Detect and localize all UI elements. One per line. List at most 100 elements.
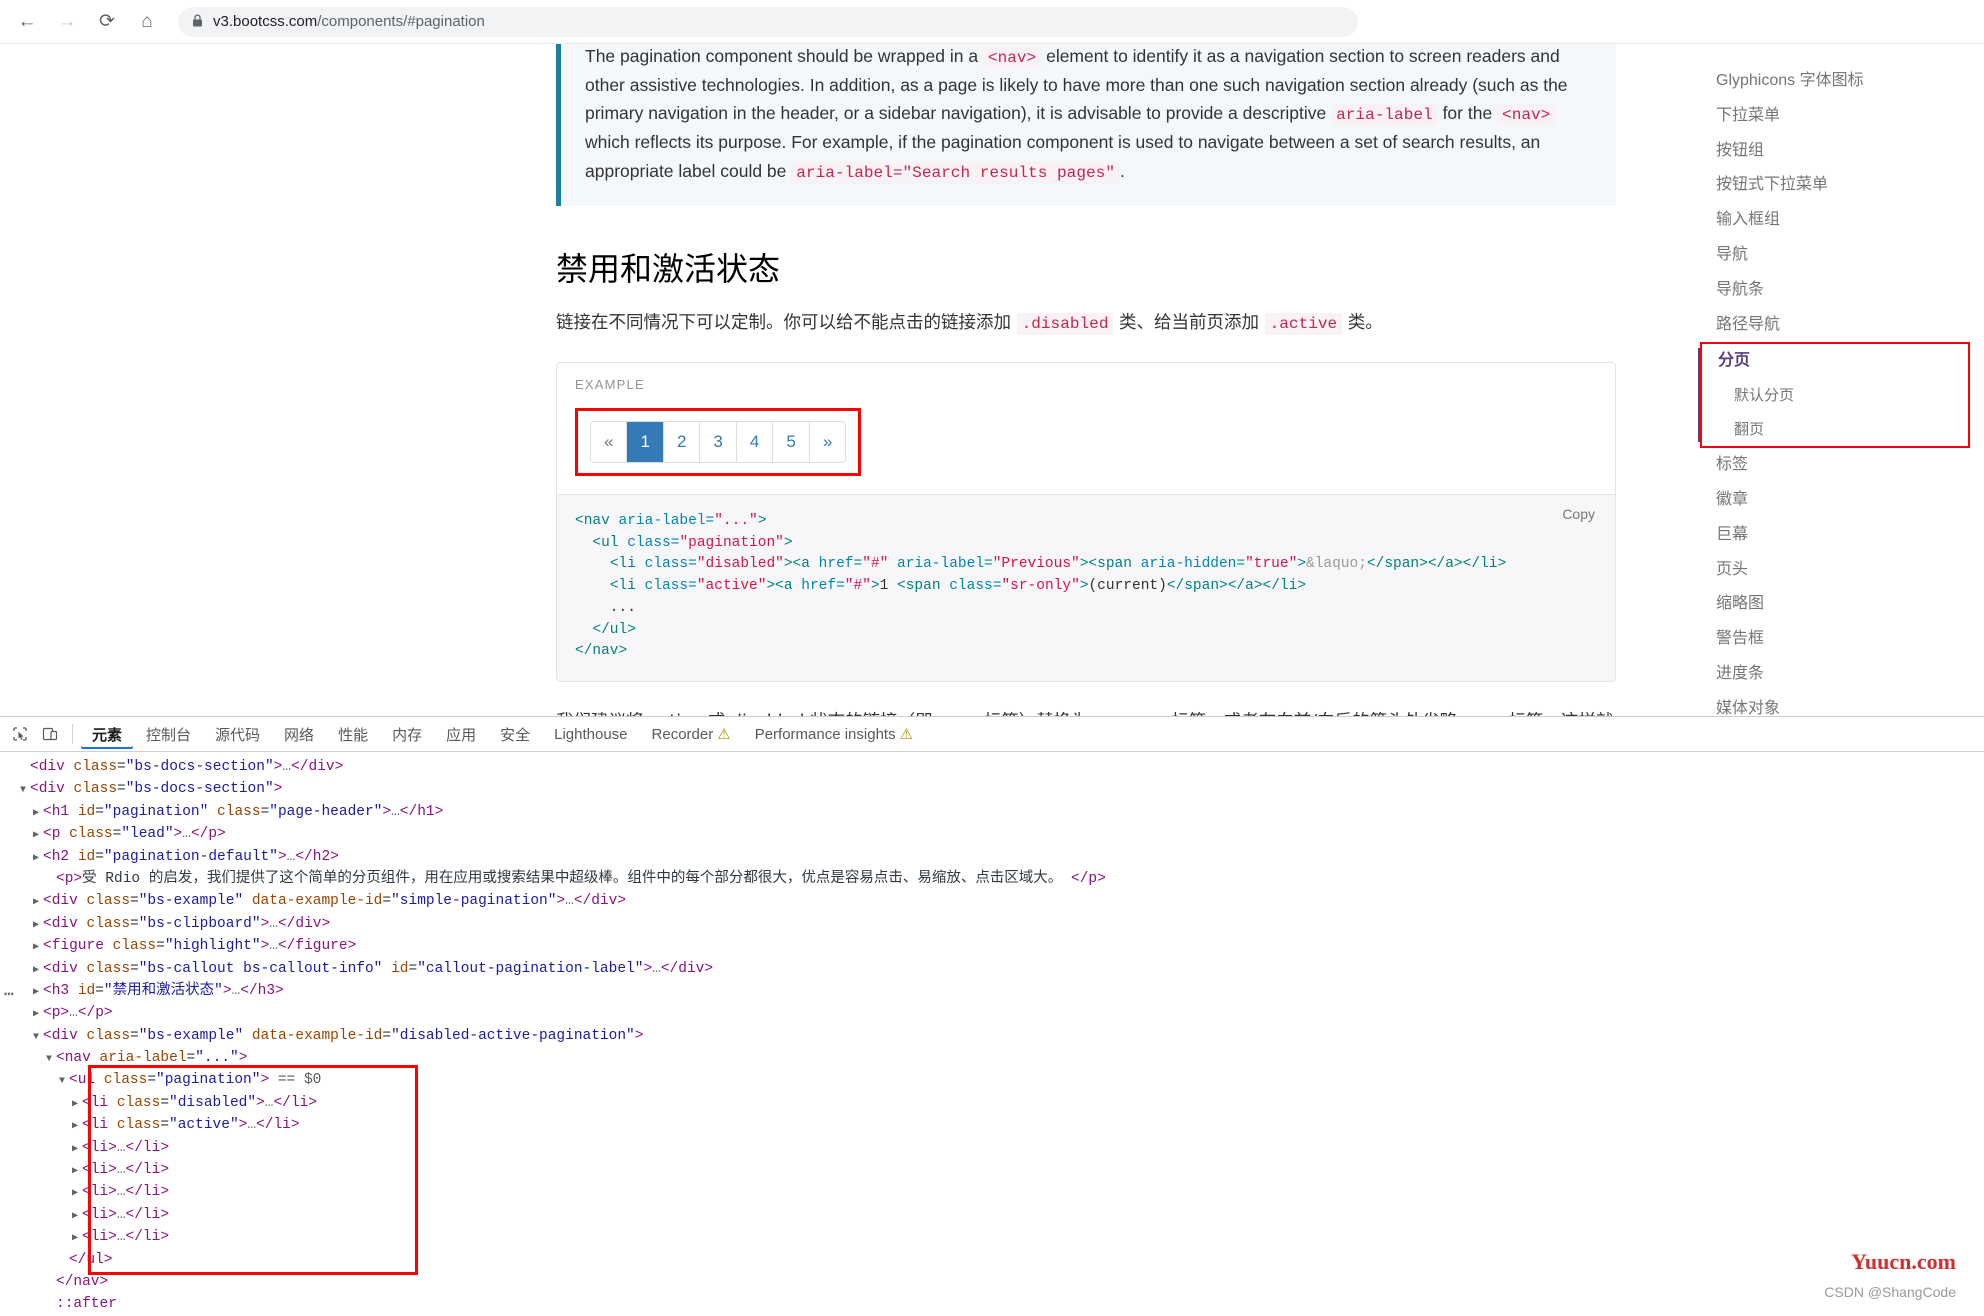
expand-triangle-icon[interactable] bbox=[72, 1161, 82, 1183]
dom-line[interactable]: <div class="bs-clipboard">…</div> bbox=[0, 913, 1984, 935]
toc-item-13[interactable]: 缩略图 bbox=[1700, 587, 1970, 622]
collapse-triangle-icon[interactable] bbox=[59, 1071, 69, 1093]
toc-link[interactable]: 下拉菜单 bbox=[1700, 99, 1970, 134]
expand-triangle-icon[interactable] bbox=[72, 1094, 82, 1116]
toc-item-5[interactable]: 导航 bbox=[1700, 238, 1970, 273]
toc-sublink[interactable]: 默认分页 bbox=[1702, 379, 1968, 413]
dom-line[interactable]: <li>…</li> bbox=[0, 1226, 1984, 1248]
dom-line[interactable]: <h3 id="禁用和激活状态">…</h3> bbox=[0, 980, 1984, 1002]
dom-tree-lines[interactable]: <div class="bs-docs-section">…</div> <div… bbox=[0, 756, 1984, 1316]
devtools-tab-10[interactable]: Performance insights ⚠ bbox=[744, 721, 924, 747]
dom-line[interactable]: <nav aria-label="..."> bbox=[0, 1047, 1984, 1069]
toc-link[interactable]: 导航 bbox=[1700, 238, 1970, 273]
toc-item-12[interactable]: 页头 bbox=[1700, 553, 1970, 588]
dom-line[interactable]: <p>…</p> bbox=[0, 1002, 1984, 1024]
toc-item-2[interactable]: 按钮组 bbox=[1700, 134, 1970, 169]
toc-link[interactable]: 按钮式下拉菜单 bbox=[1700, 168, 1970, 203]
dom-line[interactable]: <div class="bs-docs-section"> bbox=[0, 778, 1984, 800]
pagination-link[interactable]: 3 bbox=[700, 421, 737, 462]
toc-link[interactable]: 分页 bbox=[1702, 344, 1968, 379]
toc-link[interactable]: 按钮组 bbox=[1700, 134, 1970, 169]
toc-link[interactable]: 标签 bbox=[1700, 448, 1970, 483]
collapse-triangle-icon[interactable] bbox=[20, 780, 30, 802]
devtools-tab-6[interactable]: 应用 bbox=[435, 720, 487, 749]
pagination-link[interactable]: 5 bbox=[773, 421, 810, 462]
pagination-item-«[interactable]: « bbox=[591, 421, 628, 462]
toc-link[interactable]: 输入框组 bbox=[1700, 203, 1970, 238]
expand-triangle-icon[interactable] bbox=[72, 1139, 82, 1161]
toc-item-3[interactable]: 按钮式下拉菜单 bbox=[1700, 168, 1970, 203]
toc-link[interactable]: 路径导航 bbox=[1700, 308, 1970, 343]
toc-link[interactable]: 进度条 bbox=[1700, 657, 1970, 692]
toc-item-4[interactable]: 输入框组 bbox=[1700, 203, 1970, 238]
pagination-item-5[interactable]: 5 bbox=[773, 421, 810, 462]
dom-line[interactable]: <h2 id="pagination-default">…</h2> bbox=[0, 846, 1984, 868]
toc-link[interactable]: 徽章 bbox=[1700, 483, 1970, 518]
device-toolbar-icon[interactable] bbox=[36, 721, 64, 747]
toc-item-6[interactable]: 导航条 bbox=[1700, 273, 1970, 308]
dom-line[interactable]: <figure class="highlight">…</figure> bbox=[0, 935, 1984, 957]
dom-line[interactable]: <div class="bs-docs-section">…</div> bbox=[0, 756, 1984, 778]
copy-button[interactable]: Copy bbox=[1556, 505, 1601, 523]
forward-icon[interactable]: → bbox=[50, 5, 84, 39]
toc-link[interactable]: 警告框 bbox=[1700, 622, 1970, 657]
dom-line[interactable]: <p class="lead">…</p> bbox=[0, 823, 1984, 845]
dom-line[interactable]: <div class="bs-callout bs-callout-info" … bbox=[0, 958, 1984, 980]
reload-icon[interactable]: ⟳ bbox=[90, 5, 124, 39]
pagination-item-3[interactable]: 3 bbox=[700, 421, 737, 462]
toc-item-0[interactable]: Glyphicons 字体图标 bbox=[1700, 64, 1970, 99]
expand-triangle-icon[interactable] bbox=[33, 982, 43, 1004]
toc-item-7[interactable]: 路径导航 bbox=[1700, 308, 1970, 343]
dom-line[interactable]: <h1 id="pagination" class="page-header">… bbox=[0, 801, 1984, 823]
devtools-tab-8[interactable]: Lighthouse bbox=[543, 722, 638, 747]
toc-item-11[interactable]: 巨幕 bbox=[1700, 518, 1970, 553]
toc-link[interactable]: 页头 bbox=[1700, 553, 1970, 588]
expand-triangle-icon[interactable] bbox=[72, 1228, 82, 1250]
devtools-tab-1[interactable]: 控制台 bbox=[135, 720, 202, 749]
pagination-item-1[interactable]: 1 bbox=[627, 421, 664, 462]
expand-triangle-icon[interactable] bbox=[33, 803, 43, 825]
expand-triangle-icon[interactable] bbox=[33, 937, 43, 959]
pagination-list[interactable]: «12345» bbox=[590, 420, 847, 463]
dom-line[interactable]: <div class="bs-example" data-example-id=… bbox=[0, 1025, 1984, 1047]
expand-triangle-icon[interactable] bbox=[33, 892, 43, 914]
expand-triangle-icon[interactable] bbox=[33, 1004, 43, 1026]
pagination-link[interactable]: 4 bbox=[736, 421, 774, 462]
toc-item-8[interactable]: 分页 bbox=[1702, 344, 1968, 379]
dom-line[interactable]: <p>受 Rdio 的启发，我们提供了这个简单的分页组件，用在应用或搜索结果中超… bbox=[0, 868, 1984, 890]
toc-link[interactable]: 媒体对象 bbox=[1700, 692, 1970, 716]
back-icon[interactable]: ← bbox=[10, 5, 44, 39]
dom-line[interactable]: </nav> bbox=[0, 1271, 1984, 1293]
expand-triangle-icon[interactable] bbox=[72, 1183, 82, 1205]
devtools-tab-0[interactable]: 元素 bbox=[81, 720, 133, 749]
toc-subitem-1[interactable]: 翻页 bbox=[1702, 413, 1968, 447]
dom-line[interactable]: <li>…</li> bbox=[0, 1159, 1984, 1181]
toc-link[interactable]: 缩略图 bbox=[1700, 587, 1970, 622]
toc-link[interactable]: 巨幕 bbox=[1700, 518, 1970, 553]
toc-sublink[interactable]: 翻页 bbox=[1702, 413, 1968, 447]
pagination-link[interactable]: 2 bbox=[663, 421, 701, 462]
pagination-item-2[interactable]: 2 bbox=[663, 421, 701, 462]
toc-subitem-0[interactable]: 默认分页 bbox=[1702, 379, 1968, 413]
dom-line[interactable]: <li>…</li> bbox=[0, 1137, 1984, 1159]
dom-line[interactable]: <li>…</li> bbox=[0, 1181, 1984, 1203]
toc-item-1[interactable]: 下拉菜单 bbox=[1700, 99, 1970, 134]
expand-triangle-icon[interactable] bbox=[33, 825, 43, 847]
pagination-link[interactable]: 1 bbox=[627, 421, 664, 462]
pagination-link[interactable]: « bbox=[591, 421, 628, 462]
pagination-link[interactable]: » bbox=[809, 421, 846, 462]
dom-line[interactable]: </ul> bbox=[0, 1249, 1984, 1271]
toc-item-15[interactable]: 进度条 bbox=[1700, 657, 1970, 692]
pagination-item-4[interactable]: 4 bbox=[736, 421, 774, 462]
devtools-tab-7[interactable]: 安全 bbox=[489, 720, 541, 749]
address-bar[interactable]: v3.bootcss.com/components/#pagination bbox=[178, 6, 1358, 37]
expand-triangle-icon[interactable] bbox=[33, 848, 43, 870]
toc-item-9[interactable]: 标签 bbox=[1700, 448, 1970, 483]
devtools-tab-3[interactable]: 网络 bbox=[273, 720, 325, 749]
expand-triangle-icon[interactable] bbox=[72, 1206, 82, 1228]
toc-link[interactable]: Glyphicons 字体图标 bbox=[1700, 64, 1970, 99]
collapse-triangle-icon[interactable] bbox=[46, 1049, 56, 1071]
home-icon[interactable]: ⌂ bbox=[130, 5, 164, 39]
toc-item-10[interactable]: 徽章 bbox=[1700, 483, 1970, 518]
expand-triangle-icon[interactable] bbox=[33, 915, 43, 937]
